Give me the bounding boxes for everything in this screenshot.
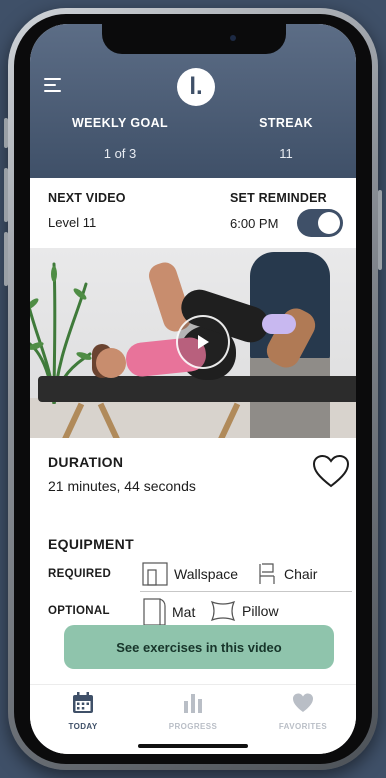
set-reminder-label: SET REMINDER — [230, 191, 327, 205]
side-button — [378, 190, 382, 270]
weekly-goal-stat: WEEKLY GOAL 1 of 3 — [50, 116, 190, 161]
equipment-label-wallspace: Wallspace — [174, 566, 239, 582]
equipment-label-chair: Chair — [284, 566, 318, 582]
next-video-section: NEXT VIDEO Level 11 SET REMINDER 6:00 PM — [30, 178, 356, 248]
heart-icon — [293, 693, 313, 712]
weekly-goal-value: 1 of 3 — [103, 146, 137, 161]
streak-stat: STREAK 11 — [216, 116, 356, 161]
side-button — [4, 118, 8, 148]
equipment-label: EQUIPMENT — [48, 536, 134, 552]
toggle-knob — [318, 212, 340, 234]
equipment-item: Chair — [256, 562, 317, 586]
streak-label: STREAK — [259, 116, 313, 130]
side-button — [4, 232, 8, 286]
see-exercises-button[interactable]: See exercises in this video — [64, 625, 334, 669]
notch — [102, 24, 286, 54]
weekly-goal-label: WEEKLY GOAL — [71, 116, 169, 130]
next-video-level[interactable]: Level 11 — [48, 215, 96, 230]
duration-value: 21 minutes, 44 seconds — [48, 478, 196, 494]
side-button — [4, 168, 8, 222]
reminder-time[interactable]: 6:00 PM — [230, 216, 278, 231]
video-thumbnail[interactable] — [30, 248, 356, 438]
tab-label-progress: PROGRESS — [168, 722, 218, 731]
tab-today[interactable]: TODAY — [38, 691, 128, 731]
bar-chart-icon — [184, 694, 202, 713]
equipment-label-pillow: Pillow — [242, 603, 279, 619]
equipment-label-mat: Mat — [172, 604, 196, 620]
optional-label: OPTIONAL — [48, 605, 110, 617]
tab-progress[interactable]: PROGRESS — [148, 691, 238, 731]
menu-icon[interactable] — [44, 78, 64, 94]
equipment-divider — [140, 591, 352, 592]
tab-favorites[interactable]: FAVORITES — [258, 691, 348, 731]
home-indicator[interactable] — [138, 744, 248, 748]
tab-label-favorites: FAVORITES — [278, 722, 328, 731]
patient-shoe — [262, 314, 296, 334]
app-logo: l. — [177, 68, 215, 106]
tab-label-today: TODAY — [68, 722, 98, 731]
wallspace-icon — [142, 562, 168, 586]
pillow-icon — [210, 600, 236, 622]
camera — [230, 35, 236, 41]
required-label: REQUIRED — [48, 568, 112, 580]
duration-label: DURATION — [48, 454, 124, 470]
equipment-item: Wallspace — [142, 562, 238, 586]
patient-head — [96, 348, 126, 378]
treatment-table — [38, 376, 356, 402]
reminder-toggle[interactable] — [297, 209, 343, 237]
streak-value: 11 — [279, 146, 293, 161]
play-button[interactable] — [176, 315, 230, 369]
favorite-heart-icon[interactable] — [312, 454, 350, 488]
video-details: DURATION 21 minutes, 44 seconds EQUIPMEN… — [30, 438, 356, 684]
chair-icon — [259, 563, 275, 584]
calendar-icon — [73, 692, 93, 713]
play-icon — [198, 335, 209, 349]
app-screen: l. WEEKLY GOAL 1 of 3 STREAK 11 NEXT VID… — [30, 24, 356, 754]
next-video-label: NEXT VIDEO — [48, 191, 126, 205]
equipment-item: Pillow — [210, 600, 279, 622]
mat-icon — [143, 598, 166, 626]
equipment-item: Mat — [142, 598, 195, 626]
